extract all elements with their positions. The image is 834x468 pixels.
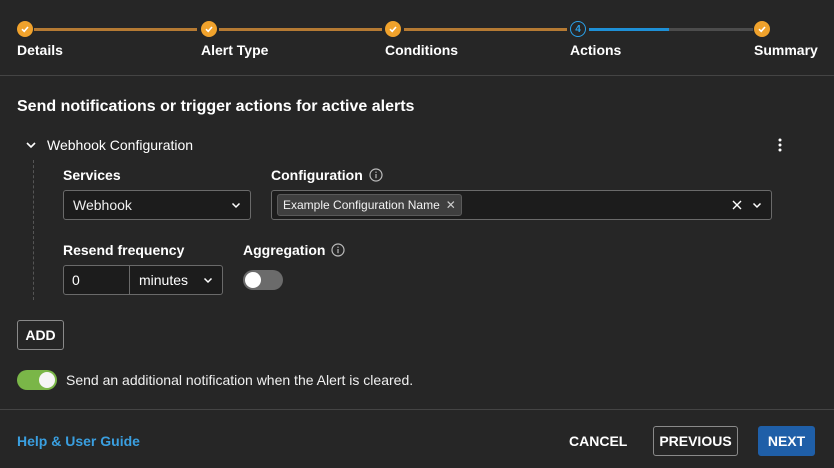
- next-button[interactable]: NEXT: [758, 426, 815, 456]
- step-connector: [404, 28, 567, 31]
- chevron-down-icon: [231, 202, 241, 209]
- step-current-number: 4: [570, 21, 586, 37]
- configuration-label-row: Configuration: [271, 167, 383, 183]
- chevron-down-icon: [203, 277, 213, 284]
- section-divider: [33, 160, 34, 300]
- resend-frequency-label: Resend frequency: [63, 242, 185, 258]
- chip-label: Example Configuration Name: [283, 198, 440, 212]
- previous-button[interactable]: PREVIOUS: [653, 426, 738, 456]
- cleared-notification-label: Send an additional notification when the…: [66, 372, 414, 388]
- chip-remove-icon[interactable]: ✕: [446, 198, 456, 212]
- step-label-actions[interactable]: Actions: [570, 42, 621, 58]
- toggle-knob: [39, 372, 55, 388]
- chevron-down-icon: [26, 142, 36, 149]
- section-title: Webhook Configuration: [47, 137, 194, 153]
- help-guide-link[interactable]: Help & User Guide: [17, 433, 140, 449]
- page-heading: Send notifications or trigger actions fo…: [17, 98, 415, 115]
- step-label-summary[interactable]: Summary: [754, 42, 818, 58]
- toggle-knob: [245, 272, 261, 288]
- configuration-multiselect[interactable]: Example Configuration Name ✕: [271, 190, 772, 220]
- step-complete-check-icon: [385, 21, 401, 37]
- step-label-alert-type[interactable]: Alert Type: [201, 42, 268, 58]
- wizard-stepper: Details Alert Type Conditions 4 Actions …: [0, 0, 834, 76]
- aggregation-toggle[interactable]: [243, 270, 283, 290]
- info-icon[interactable]: [369, 168, 383, 182]
- aggregation-label-row: Aggregation: [243, 242, 346, 258]
- resend-unit-value: minutes: [139, 272, 189, 288]
- resend-frequency-group: 0 minutes: [63, 265, 223, 295]
- services-label: Services: [63, 167, 121, 183]
- configuration-chip: Example Configuration Name ✕: [277, 194, 462, 216]
- configuration-label: Configuration: [271, 167, 363, 183]
- services-value: Webhook: [73, 197, 132, 213]
- add-button[interactable]: ADD: [17, 320, 64, 350]
- step-complete-check-icon: [754, 21, 770, 37]
- step-connector: [219, 28, 382, 31]
- step-connector: [589, 28, 753, 31]
- aggregation-label: Aggregation: [243, 242, 326, 258]
- step-complete-check-icon: [201, 21, 217, 37]
- step-connector: [34, 28, 197, 31]
- resend-frequency-input[interactable]: 0: [64, 266, 130, 294]
- step-label-details[interactable]: Details: [17, 42, 63, 58]
- footer-divider: [0, 409, 834, 410]
- clear-icon[interactable]: [731, 198, 743, 212]
- webhook-section-toggle[interactable]: Webhook Configuration: [25, 137, 193, 153]
- cancel-button[interactable]: CANCEL: [569, 433, 627, 449]
- chevron-down-icon[interactable]: [751, 199, 763, 211]
- services-select[interactable]: Webhook: [63, 190, 251, 220]
- cleared-notification-toggle[interactable]: [17, 370, 57, 390]
- kebab-menu-icon[interactable]: [775, 137, 785, 153]
- step-label-conditions[interactable]: Conditions: [385, 42, 458, 58]
- step-complete-check-icon: [17, 21, 33, 37]
- resend-unit-select[interactable]: minutes: [130, 266, 222, 294]
- info-icon[interactable]: [331, 243, 346, 257]
